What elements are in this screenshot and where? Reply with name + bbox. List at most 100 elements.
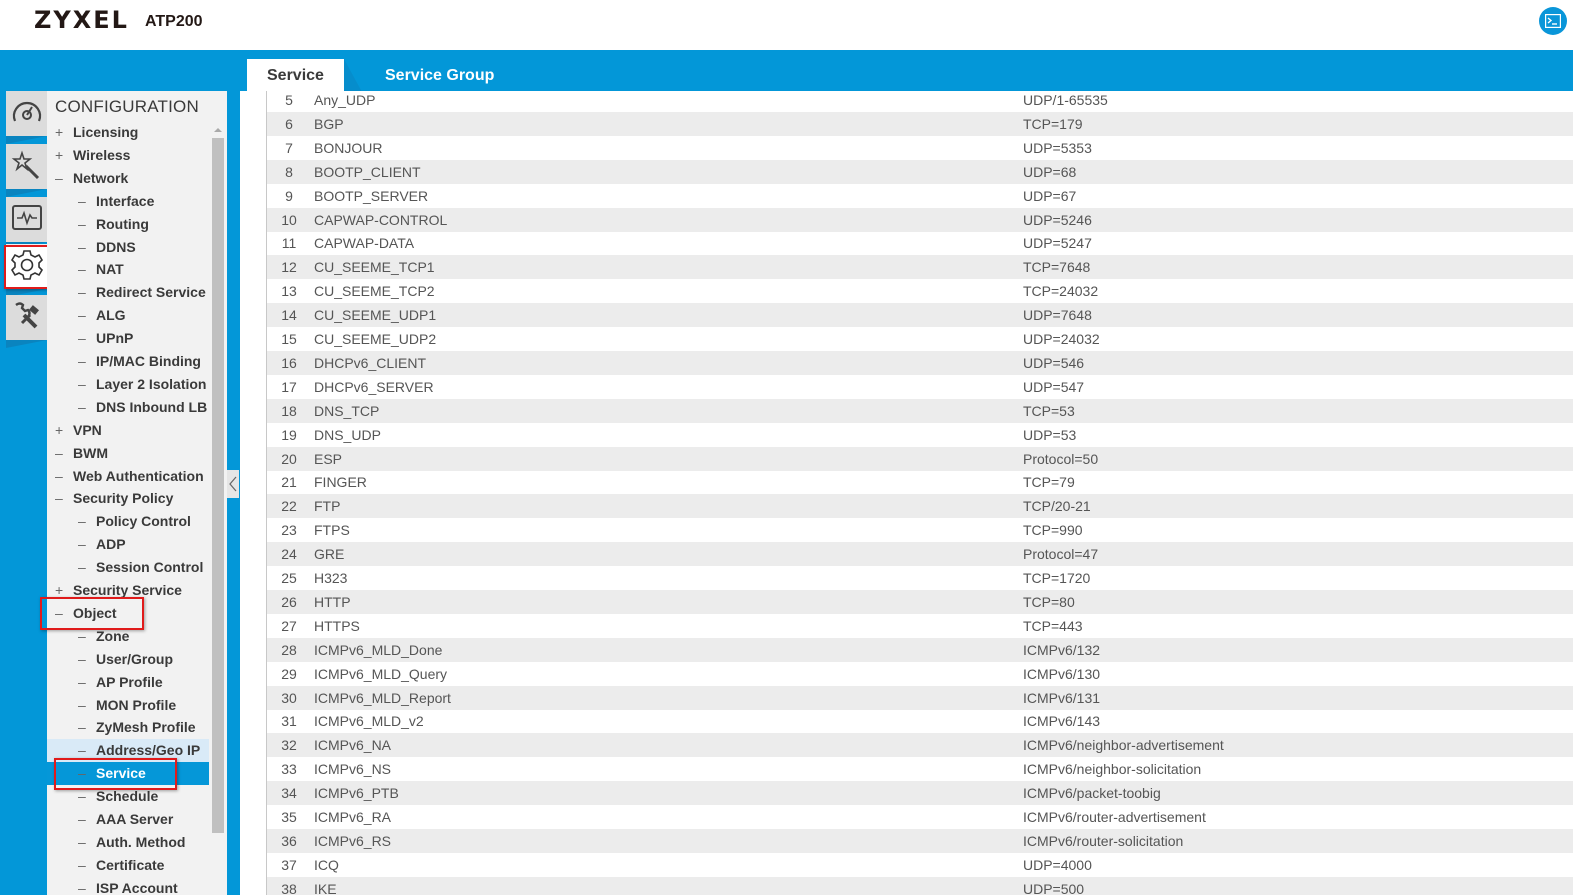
- row-number: 12: [281, 259, 297, 276]
- table-row[interactable]: 14 CU_SEEME_UDP1 UDP=7648: [267, 303, 1573, 328]
- table-row[interactable]: 19 DNS_UDP UDP=53: [267, 423, 1573, 447]
- row-number: 38: [281, 880, 297, 895]
- table-row[interactable]: 26 HTTP TCP=80: [267, 589, 1573, 614]
- nav-item-ddns[interactable]: – DDNS: [78, 236, 136, 259]
- service-content: TCP=7648: [1023, 259, 1091, 276]
- rail-monitor-button[interactable]: [6, 197, 47, 250]
- table-row[interactable]: 25 H323 TCP=1720: [267, 566, 1573, 590]
- table-row[interactable]: 33 ICMPv6_NS ICMPv6/neighbor-solicitation: [267, 757, 1573, 781]
- table-row[interactable]: 34 ICMPv6_PTB ICMPv6/packet-toobig: [267, 781, 1573, 806]
- scroll-thumb[interactable]: [212, 138, 224, 833]
- nav-scrollbar[interactable]: [212, 124, 224, 895]
- table-row[interactable]: 24 GRE Protocol=47: [267, 542, 1573, 567]
- nav-item-bwm[interactable]: – BWM: [55, 442, 108, 465]
- service-name: Any_UDP: [314, 92, 376, 108]
- nav-item-wireless[interactable]: + Wireless: [55, 144, 130, 167]
- maintenance-tools-icon: [15, 302, 39, 329]
- nav-item-label: DDNS: [96, 238, 136, 255]
- table-row[interactable]: 12 CU_SEEME_TCP1 TCP=7648: [267, 255, 1573, 280]
- service-content: TCP=79: [1023, 474, 1075, 491]
- nav-item-routing[interactable]: – Routing: [78, 213, 149, 236]
- nav-item-label: ADP: [96, 536, 126, 553]
- scroll-up-arrow-icon[interactable]: [214, 128, 222, 132]
- tab-service-group[interactable]: Service Group: [385, 59, 535, 92]
- table-row[interactable]: 27 HTTPS TCP=443: [267, 614, 1573, 638]
- service-content: ICMPv6/143: [1023, 713, 1101, 730]
- table-row[interactable]: 15 CU_SEEME_UDP2 UDP=24032: [267, 327, 1573, 351]
- rail-dashboard-button[interactable]: [6, 91, 47, 144]
- collapse-icon: –: [78, 559, 86, 576]
- service-content: TCP/20-21: [1023, 498, 1091, 515]
- table-row[interactable]: 38 IKE UDP=500: [267, 876, 1573, 895]
- table-row[interactable]: 17 DHCPv6_SERVER UDP=547: [267, 375, 1573, 399]
- table-row[interactable]: 23 FTPS TCP=990: [267, 518, 1573, 542]
- table-row[interactable]: 37 ICQ UDP=4000: [267, 853, 1573, 877]
- nav-item-label: UPnP: [96, 330, 134, 347]
- nav-item-security-policy[interactable]: – Security Policy: [55, 487, 173, 510]
- table-row[interactable]: 35 ICMPv6_RA ICMPv6/router-advertisement: [267, 805, 1573, 829]
- nav-item-dns-inbound-lb[interactable]: – DNS Inbound LB: [78, 396, 207, 419]
- nav-item-redirect-service[interactable]: – Redirect Service: [78, 281, 206, 304]
- rail-wizard-button[interactable]: [6, 144, 47, 197]
- collapse-icon: –: [55, 169, 63, 186]
- collapse-icon: –: [78, 856, 86, 873]
- content-area: 5 Any_UDP UDP/1-65535 6 BGP TCP=179 7 BONJOUR UD…: [240, 91, 1573, 895]
- nav-item-adp[interactable]: – ADP: [78, 533, 126, 556]
- nav-item-session-control[interactable]: – Session Control: [78, 556, 203, 579]
- nav-item-label: Session Control: [96, 559, 204, 576]
- rail-maintenance-button[interactable]: [6, 295, 47, 348]
- nav-item-label: VPN: [73, 421, 102, 438]
- table-row[interactable]: 31 ICMPv6_MLD_v2 ICMPv6/143: [267, 709, 1573, 733]
- tab-service[interactable]: Service: [247, 59, 362, 92]
- service-content: TCP=179: [1023, 115, 1083, 132]
- service-content: UDP=68: [1023, 163, 1077, 180]
- table-row[interactable]: 13 CU_SEEME_TCP2 TCP=24032: [267, 279, 1573, 303]
- nav-item-upnp[interactable]: – UPnP: [78, 327, 133, 350]
- console-button[interactable]: [1539, 7, 1567, 35]
- nav-item-interface[interactable]: – Interface: [78, 190, 154, 213]
- service-name: ICMPv6_RA: [314, 809, 392, 825]
- nav-item-auth-method[interactable]: – Auth. Method: [78, 831, 185, 854]
- table-row[interactable]: 6 BGP TCP=179: [267, 111, 1573, 136]
- service-content: UDP=5353: [1023, 139, 1092, 156]
- table-row[interactable]: 20 ESP Protocol=50: [267, 446, 1573, 471]
- console-icon: [1545, 14, 1561, 28]
- nav-item-mon-profile[interactable]: – MON Profile: [78, 694, 176, 717]
- nav-item-label: IP/MAC Binding: [96, 353, 201, 369]
- table-row[interactable]: 8 BOOTP_CLIENT UDP=68: [267, 159, 1573, 184]
- table-row[interactable]: 32 ICMPv6_NA ICMPv6/neighbor-advertisement: [267, 733, 1573, 758]
- collapse-nav-button[interactable]: [227, 470, 239, 498]
- table-row[interactable]: 16 DHCPv6_CLIENT UDP=546: [267, 350, 1573, 375]
- table-row[interactable]: 5 Any_UDP UDP/1-65535: [267, 91, 1573, 112]
- table-row[interactable]: 9 BOOTP_SERVER UDP=67: [267, 184, 1573, 208]
- nav-item-licensing[interactable]: + Licensing: [55, 121, 138, 144]
- service-content: UDP/1-65535: [1023, 92, 1108, 108]
- table-row[interactable]: 10 CAPWAP-CONTROL UDP=5246: [267, 207, 1573, 232]
- nav-item-web-authentication[interactable]: – Web Authentication: [55, 465, 204, 488]
- table-row[interactable]: 18 DNS_TCP TCP=53: [267, 398, 1573, 423]
- nav-item-ap-profile[interactable]: – AP Profile: [78, 671, 163, 694]
- table-row[interactable]: 21 FINGER TCP=79: [267, 470, 1573, 494]
- service-name: DHCPv6_SERVER: [314, 378, 434, 395]
- service-content: Protocol=50: [1023, 450, 1099, 467]
- nav-item-network[interactable]: – Network: [55, 167, 128, 190]
- nav-item-isp-account[interactable]: – ISP Account: [78, 877, 178, 895]
- table-row[interactable]: 22 FTP TCP/20-21: [267, 494, 1573, 519]
- nav-item-ip-mac-binding[interactable]: – IP/MAC Binding: [78, 350, 201, 373]
- table-row[interactable]: 29 ICMPv6_MLD_Query ICMPv6/130: [267, 662, 1573, 686]
- nav-item-certificate[interactable]: – Certificate: [78, 854, 164, 877]
- nav-item-zymesh-profile[interactable]: – ZyMesh Profile: [78, 716, 196, 739]
- table-row[interactable]: 28 ICMPv6_MLD_Done ICMPv6/132: [267, 637, 1573, 662]
- table-row[interactable]: 7 BONJOUR UDP=5353: [267, 136, 1573, 160]
- table-row[interactable]: 36 ICMPv6_RS ICMPv6/router-solicitation: [267, 828, 1573, 853]
- nav-item-user-group[interactable]: – User/Group: [78, 648, 173, 671]
- table-row[interactable]: 11 CAPWAP-DATA UDP=5247: [267, 231, 1573, 255]
- nav-item-label: Network: [73, 169, 129, 186]
- nav-item-alg[interactable]: – ALG: [78, 304, 126, 327]
- table-row[interactable]: 30 ICMPv6_MLD_Report ICMPv6/131: [267, 685, 1573, 710]
- nav-item-vpn[interactable]: + VPN: [55, 419, 102, 442]
- nav-item-policy-control[interactable]: – Policy Control: [78, 510, 191, 533]
- nav-item-nat[interactable]: – NAT: [78, 258, 124, 281]
- nav-item-aaa-server[interactable]: – AAA Server: [78, 808, 173, 831]
- nav-item-layer-2-isolation[interactable]: – Layer 2 Isolation: [78, 373, 206, 396]
